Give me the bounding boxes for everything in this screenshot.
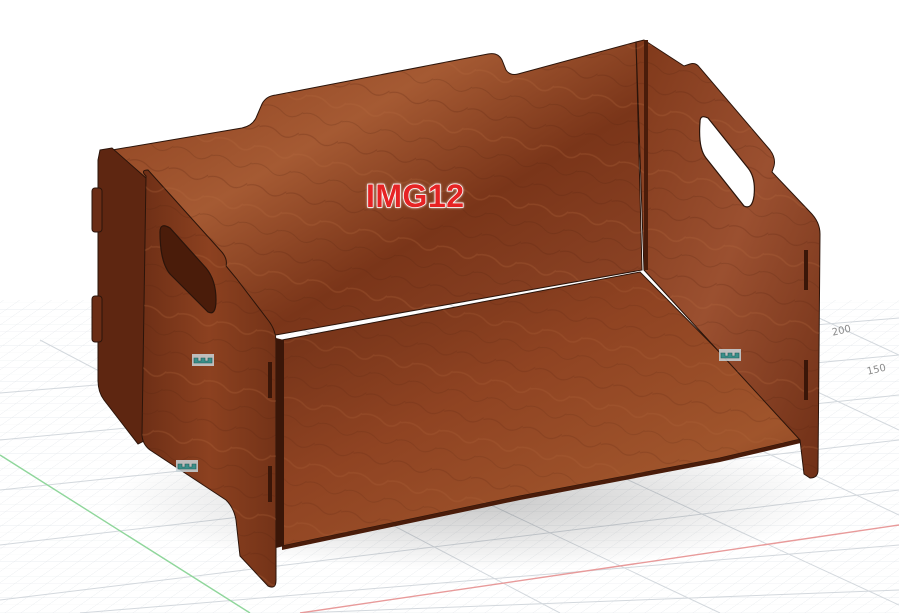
3d-viewport[interactable]: IMG12 200 150 <box>0 0 899 613</box>
front-panel-edge <box>276 338 284 548</box>
joint-icon[interactable] <box>192 354 214 366</box>
scene-canvas[interactable] <box>0 0 899 613</box>
joint-icon[interactable] <box>176 460 198 472</box>
image-label: IMG12 <box>365 177 465 215</box>
joint-icon[interactable] <box>719 349 741 361</box>
